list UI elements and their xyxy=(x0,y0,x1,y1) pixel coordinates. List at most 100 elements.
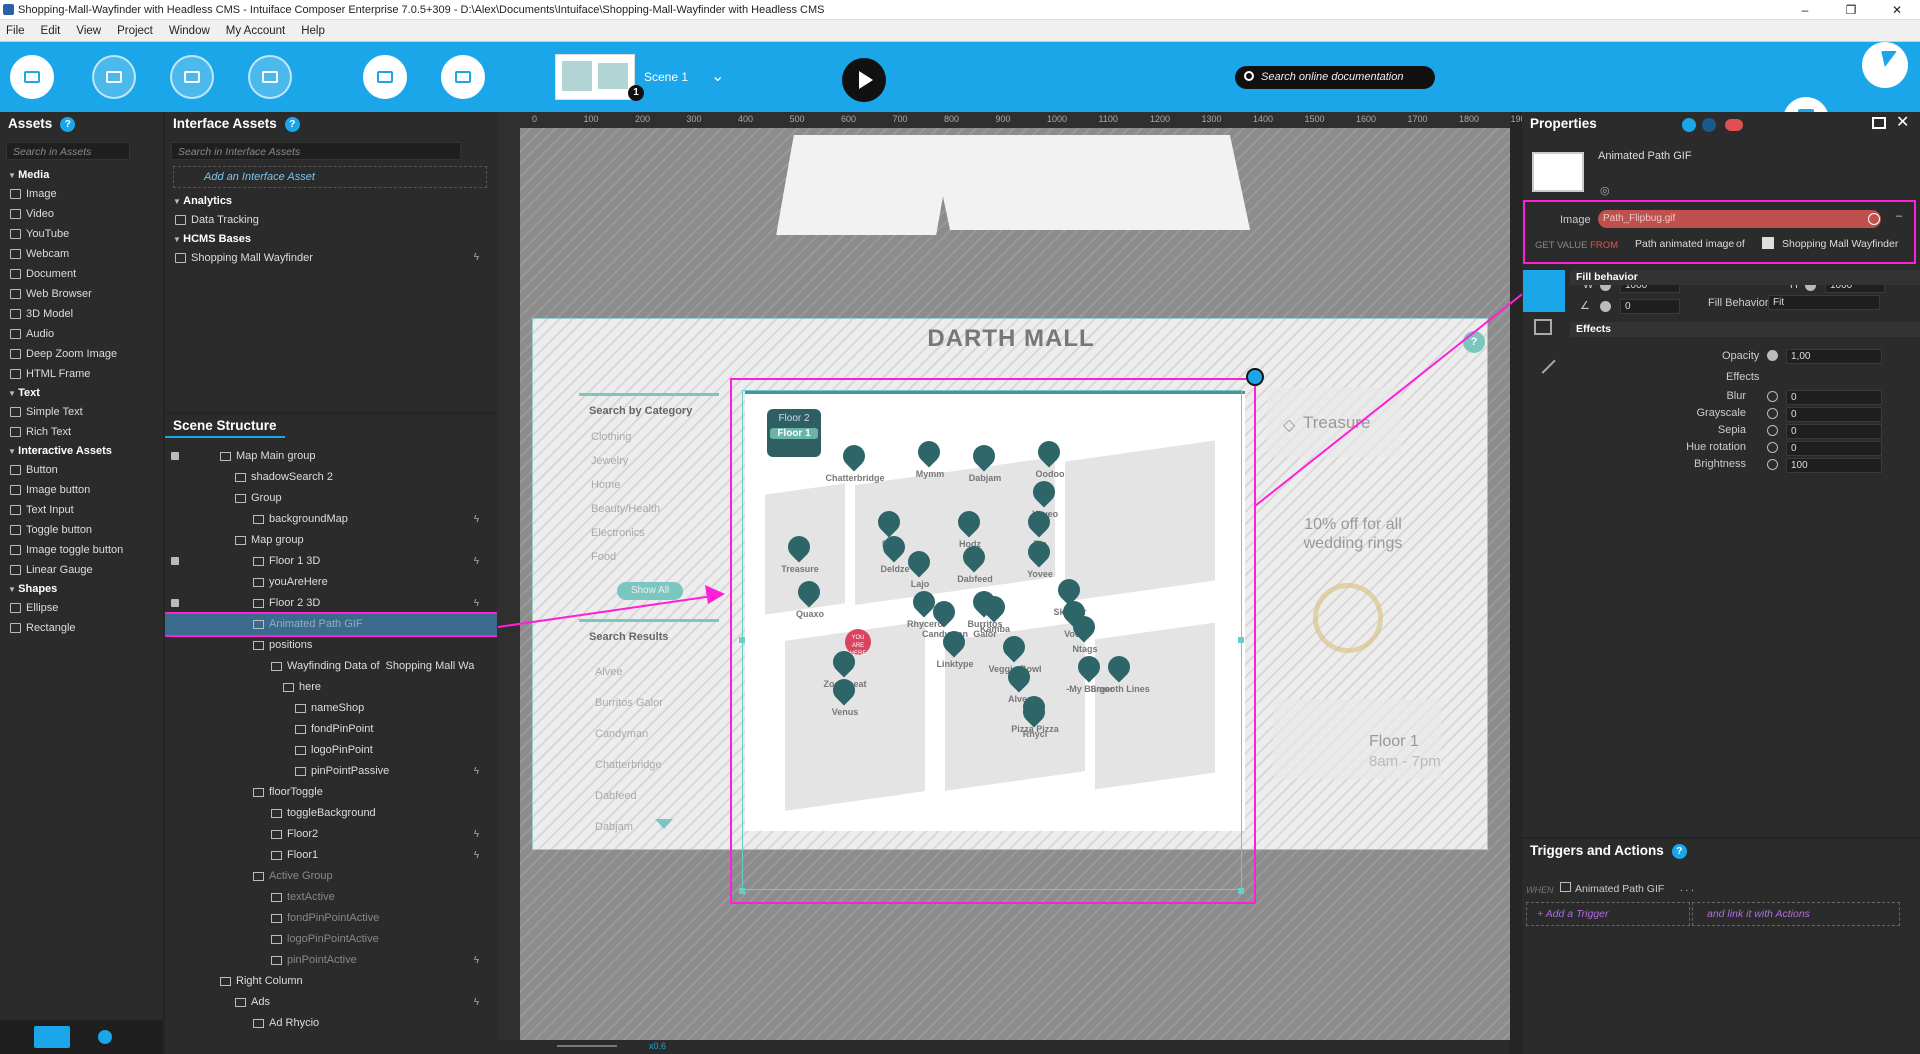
tree-row-shadowsearch-2[interactable]: shadowSearch 2 xyxy=(165,467,497,488)
link-actions-button[interactable]: and link it with Actions xyxy=(1692,902,1900,926)
scenes-button[interactable] xyxy=(363,55,407,99)
gear-icon[interactable] xyxy=(1702,118,1716,132)
doc-search-input[interactable]: Search online documentation xyxy=(1235,66,1435,89)
tree-row-fondpinpoint[interactable]: fondPinPoint xyxy=(165,719,497,740)
tree-row-logopinpoint[interactable]: logoPinPoint xyxy=(165,740,497,761)
maximize-button[interactable]: ❐ xyxy=(1828,0,1874,20)
asset-item-webcam[interactable]: Webcam xyxy=(0,244,163,264)
lock-icon[interactable] xyxy=(171,599,179,607)
add-trigger-button[interactable]: + Add a Trigger xyxy=(1526,902,1690,926)
tree-row-map-main-group[interactable]: Map Main group xyxy=(165,446,497,467)
asset-item-3d-model[interactable]: 3D Model xyxy=(0,304,163,324)
asset-item-web-browser[interactable]: Web Browser xyxy=(0,284,163,304)
trigger-asset[interactable]: Animated Path GIF xyxy=(1575,883,1664,895)
assets-search-input[interactable]: Search in Assets xyxy=(6,142,130,160)
effects-section[interactable]: Effects xyxy=(1570,322,1920,337)
detach-icon[interactable] xyxy=(1872,117,1886,129)
files-button[interactable] xyxy=(248,55,292,99)
result-item[interactable]: Alvee xyxy=(595,657,663,688)
effect-value-field[interactable]: 0 xyxy=(1786,424,1882,439)
tree-row-floortoggle[interactable]: floorToggle xyxy=(165,782,497,803)
tree-row-positions[interactable]: positions xyxy=(165,635,497,656)
asset-item-toggle-button[interactable]: Toggle button xyxy=(0,520,163,540)
effect-binding-dot[interactable] xyxy=(1767,459,1778,470)
minimize-button[interactable]: – xyxy=(1782,0,1828,20)
bind-icon[interactable] xyxy=(1682,118,1696,132)
opacity-field[interactable]: 1,00 xyxy=(1786,349,1882,364)
brush-tab[interactable] xyxy=(1523,270,1565,312)
asset-item-button[interactable]: Button xyxy=(0,460,163,480)
tree-row-fondpinpointactive[interactable]: fondPinPointActive xyxy=(165,908,497,929)
zoom-slider[interactable] xyxy=(557,1045,617,1047)
player-mode-button[interactable] xyxy=(92,55,136,99)
play-button[interactable] xyxy=(842,58,886,102)
interface-assets-button[interactable] xyxy=(170,55,214,99)
data-tracking-item[interactable]: Data Tracking xyxy=(165,210,497,230)
show-all-button[interactable]: Show All xyxy=(617,582,683,600)
lock-icon[interactable] xyxy=(171,452,179,460)
scroll-down-icon[interactable] xyxy=(655,819,673,829)
help-icon[interactable]: ? xyxy=(60,116,76,132)
scene-mode-button[interactable] xyxy=(10,55,54,99)
menu-view[interactable]: View xyxy=(76,25,101,37)
tree-row-map-group[interactable]: Map group xyxy=(165,530,497,551)
tree-row-pinpointpassive[interactable]: pinPointPassive ϟ xyxy=(165,761,497,782)
tree-row-logopinpointactive[interactable]: logoPinPointActive xyxy=(165,929,497,950)
tree-row-floor1[interactable]: Floor1 ϟ xyxy=(165,845,497,866)
category-item[interactable]: Clothing xyxy=(591,425,660,449)
add-interface-asset-button[interactable]: Add an Interface Asset xyxy=(173,166,487,188)
result-item[interactable]: Dabfeed xyxy=(595,781,663,812)
resize-handle[interactable] xyxy=(1238,637,1244,643)
visibility-icon[interactable]: ◎ xyxy=(1600,184,1610,197)
asset-item-text-input[interactable]: Text Input xyxy=(0,500,163,520)
lock-icon[interactable] xyxy=(171,557,179,565)
rotate-handle[interactable] xyxy=(1246,368,1264,386)
scene-thumbnail[interactable] xyxy=(555,54,635,100)
tree-row-here[interactable]: here xyxy=(165,677,497,698)
tree-row-floor-1-3d[interactable]: Floor 1 3D ϟ xyxy=(165,551,497,572)
layout-tab-icon[interactable] xyxy=(1534,319,1552,335)
chevron-down-icon[interactable]: ⌄ xyxy=(711,66,724,86)
scene-name[interactable]: Scene 1 xyxy=(644,70,688,84)
menu-my-account[interactable]: My Account xyxy=(226,25,285,37)
help-icon[interactable]: ? xyxy=(284,116,300,132)
rotation-field[interactable]: 0 xyxy=(1620,299,1680,314)
asset-item-image[interactable]: Image xyxy=(0,184,163,204)
trigger-more[interactable]: . . . xyxy=(1680,883,1694,894)
resize-handle[interactable] xyxy=(739,888,745,894)
asset-item-document[interactable]: Document xyxy=(0,264,163,284)
quick-actions-button[interactable] xyxy=(1862,42,1908,88)
resize-handle[interactable] xyxy=(1238,888,1244,894)
effect-binding-dot[interactable] xyxy=(1767,391,1778,402)
asset-item-image-toggle-button[interactable]: Image toggle button xyxy=(0,540,163,560)
tree-row-animated-path-gif[interactable]: Animated Path GIF xyxy=(165,612,497,637)
grid-view-button[interactable] xyxy=(98,1030,112,1044)
source-name[interactable]: Shopping Mall Wayfinder xyxy=(1782,238,1898,250)
tree-row-ad-rhycio[interactable]: Ad Rhycio xyxy=(165,1013,497,1034)
tree-row-floor2[interactable]: Floor2 ϟ xyxy=(165,824,497,845)
fill-section[interactable]: Fill behavior xyxy=(1570,270,1920,285)
result-item[interactable]: Dabjam xyxy=(595,812,663,843)
section-interactive-assets[interactable]: Interactive Assets xyxy=(0,442,163,460)
category-item[interactable]: Home xyxy=(591,473,660,497)
tree-row-backgroundmap[interactable]: backgroundMap ϟ xyxy=(165,509,497,530)
asset-item-audio[interactable]: Audio xyxy=(0,324,163,344)
category-item[interactable]: Electronics xyxy=(591,521,660,545)
result-item[interactable]: Burritos Galor xyxy=(595,688,663,719)
close-button[interactable]: ✕ xyxy=(1874,0,1920,20)
asset-item-image-button[interactable]: Image button xyxy=(0,480,163,500)
tree-row-youarehere[interactable]: youAreHere xyxy=(165,572,497,593)
asset-name[interactable]: Animated Path GIF xyxy=(1598,150,1692,162)
binding-icon[interactable] xyxy=(1868,213,1880,225)
tree-row-ads[interactable]: Ads ϟ xyxy=(165,992,497,1013)
hcms-section[interactable]: HCMS Bases xyxy=(165,230,497,248)
section-media[interactable]: Media xyxy=(0,166,163,184)
resize-handle[interactable] xyxy=(739,637,745,643)
transform-tab-icon[interactable] xyxy=(1530,348,1556,374)
menu-file[interactable]: File xyxy=(6,25,25,37)
fill-select[interactable]: Fit xyxy=(1768,295,1880,310)
effect-value-field[interactable]: 0 xyxy=(1786,390,1882,405)
result-item[interactable]: Candyman xyxy=(595,719,663,750)
menu-project[interactable]: Project xyxy=(117,25,153,37)
section-text[interactable]: Text xyxy=(0,384,163,402)
